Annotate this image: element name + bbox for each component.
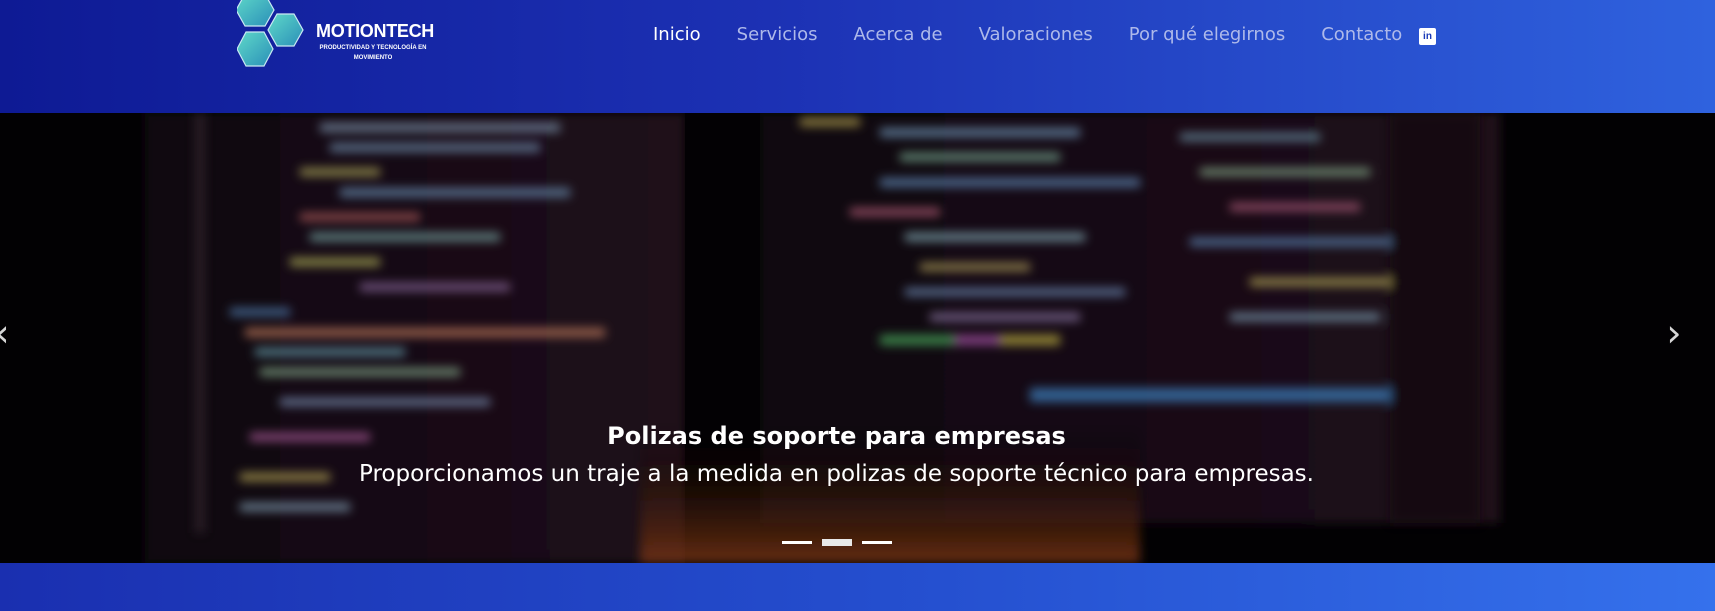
carousel-next-button[interactable]: ›: [1658, 313, 1690, 353]
nav-menu: Inicio Servicios Acerca de Valoraciones …: [653, 23, 1402, 47]
linkedin-icon[interactable]: in: [1419, 28, 1436, 45]
hero-description: Proporcionamos un traje a la medida en p…: [359, 461, 1314, 487]
brand-name: MOTIONTECH: [316, 21, 434, 41]
nav-item-inicio[interactable]: Inicio: [653, 23, 701, 47]
nav-item-servicios[interactable]: Servicios: [737, 23, 818, 47]
carousel-prev-button[interactable]: ‹: [0, 313, 18, 353]
carousel-indicators: [782, 539, 892, 546]
nav-item-contacto[interactable]: Contacto: [1321, 23, 1402, 47]
chevron-left-icon: ‹: [0, 311, 10, 355]
next-section-band: [0, 563, 1715, 611]
carousel-indicator-3[interactable]: [862, 541, 892, 544]
nav-item-acerca-de[interactable]: Acerca de: [853, 23, 942, 47]
navbar: MOTIONTECH PRODUCTIVIDAD Y TECNOLOGÍA EN…: [0, 0, 1715, 113]
hero-background-image: [0, 113, 1715, 563]
nav-item-valoraciones[interactable]: Valoraciones: [979, 23, 1093, 47]
carousel-indicator-1[interactable]: [782, 541, 812, 544]
brand-tagline: PRODUCTIVIDAD Y TECNOLOGÍA EN MOVIMIENTO: [319, 45, 427, 61]
hero-title: Polizas de soporte para empresas: [607, 422, 1066, 450]
chevron-right-icon: ›: [1666, 311, 1682, 355]
hero-carousel: Polizas de soporte para empresas Proporc…: [0, 113, 1715, 563]
hexagon-cluster-icon: [237, 0, 304, 67]
nav-item-por-que-elegirnos[interactable]: Por qué elegirnos: [1129, 23, 1285, 47]
carousel-indicator-2[interactable]: [822, 539, 852, 546]
brand-logo[interactable]: MOTIONTECH PRODUCTIVIDAD Y TECNOLOGÍA EN…: [237, 0, 447, 75]
